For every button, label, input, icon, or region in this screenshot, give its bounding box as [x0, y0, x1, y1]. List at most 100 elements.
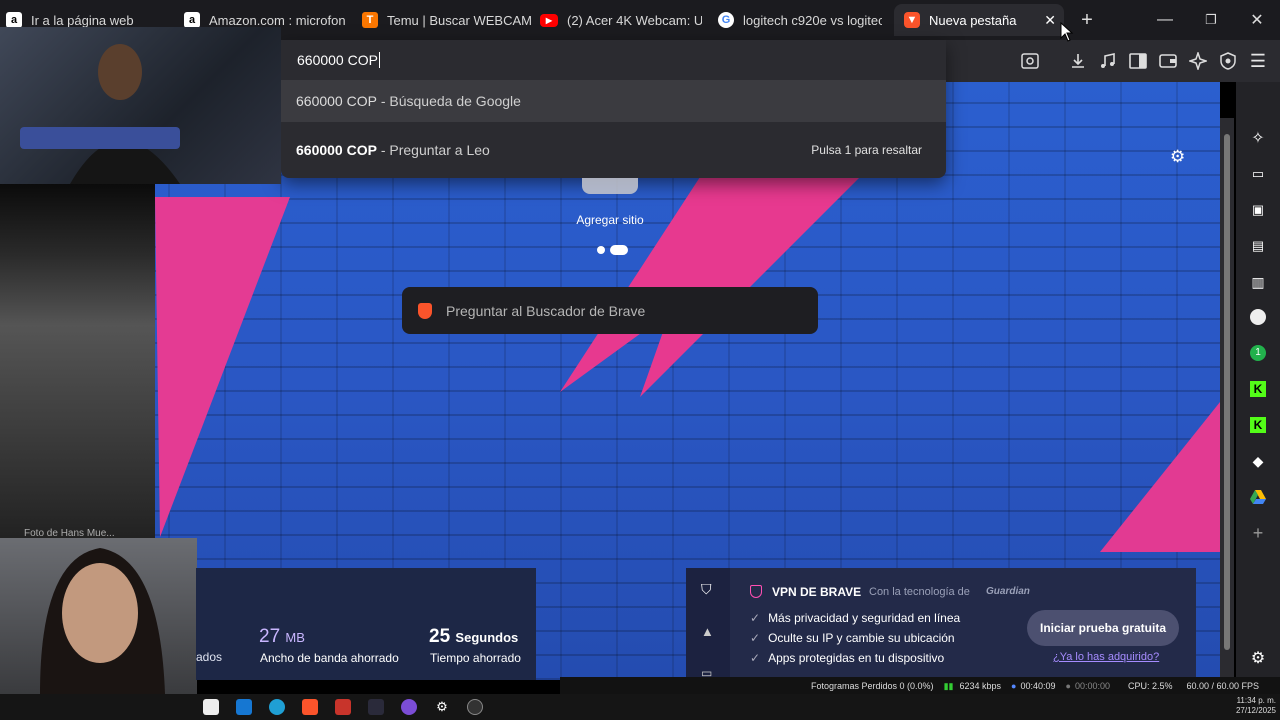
- obs-status-bar: Fotogramas Perdidos 0 (0.0%) ▮▮ 6234 kbp…: [560, 677, 1280, 695]
- scrollbar[interactable]: [1220, 118, 1234, 678]
- already-purchased-link[interactable]: ¿Ya lo has adquirido?: [1053, 651, 1159, 663]
- streaming-time: 00:00:00: [1074, 681, 1110, 691]
- guardian-logo: Guardian: [986, 586, 1030, 597]
- add-site-tile[interactable]: [582, 178, 638, 194]
- wallet-sidebar-icon[interactable]: ▣: [1248, 200, 1268, 220]
- bandwidth-label: Ancho de banda ahorrado: [260, 651, 399, 665]
- bandwidth-unit: MB: [285, 630, 305, 645]
- kick-sidebar-icon-2[interactable]: K: [1248, 415, 1268, 435]
- suggestion-google[interactable]: 660000 COP - Búsqueda de Google: [281, 80, 946, 122]
- calendar-app-icon[interactable]: [203, 699, 219, 715]
- suggestion-leo[interactable]: 660000 COP - Preguntar a Leo Pulsa 1 par…: [281, 129, 946, 171]
- vpn-shield-icon[interactable]: [1217, 50, 1239, 72]
- google-icon: G: [718, 12, 734, 28]
- obs-icon[interactable]: [467, 699, 483, 715]
- edge-icon[interactable]: [269, 699, 285, 715]
- add-sidebar-item-icon[interactable]: +: [1248, 523, 1268, 543]
- cpu-usage: CPU: 2.5%: [1127, 681, 1173, 691]
- search-placeholder: Preguntar al Buscador de Brave: [446, 302, 646, 319]
- bookmarks-sidebar-icon[interactable]: ▤: [1248, 236, 1268, 256]
- brave-search-box[interactable]: Preguntar al Buscador de Brave: [402, 287, 818, 334]
- person-face: [40, 548, 165, 694]
- kick-sidebar-icon[interactable]: K: [1248, 379, 1268, 399]
- tab-title: logitech c920e vs logitec: [743, 12, 882, 28]
- page-search-icon[interactable]: [1019, 50, 1041, 72]
- tab-title: Temu | Buscar WEBCAM: [387, 12, 532, 28]
- vpn-feature-1: ✓ Más privacidad y seguridad en línea: [750, 611, 960, 625]
- download-icon[interactable]: [1067, 50, 1089, 72]
- reading-list-sidebar-icon[interactable]: ▥: [1248, 272, 1268, 292]
- clock-date: 27/12/2025: [1235, 706, 1276, 715]
- suggestion-source: - Búsqueda de Google: [376, 93, 521, 109]
- system-clock[interactable]: 11:34 p. m. 27/12/2025: [1232, 696, 1276, 716]
- davinci-icon[interactable]: [368, 699, 384, 715]
- sidebar-settings-icon[interactable]: ⚙: [1248, 648, 1268, 668]
- news-nav-icon[interactable]: ▲: [701, 624, 714, 639]
- close-tab-icon[interactable]: ✕: [1044, 12, 1056, 29]
- leo-ai-icon[interactable]: [1187, 50, 1209, 72]
- page-dot-active[interactable]: [610, 245, 628, 255]
- time-value: 25: [429, 626, 451, 647]
- vpn-powered-by: Con la tecnología de: [869, 586, 970, 598]
- suggestion-hint: Pulsa 1 para resaltar: [811, 143, 922, 157]
- bitrate: 6234 kbps: [959, 681, 1002, 691]
- gemini-sidebar-icon[interactable]: ◆: [1248, 451, 1268, 471]
- vpn-feature-3: ✓ Apps protegidas en tu dispositivo: [750, 651, 944, 665]
- settings-taskbar-icon[interactable]: ⚙: [434, 699, 450, 715]
- menu-icon[interactable]: ☰: [1247, 50, 1269, 72]
- time-stat: 25 Segundos: [429, 626, 518, 648]
- check-icon: ✓: [750, 651, 761, 665]
- vpn-logo-icon: [750, 585, 762, 598]
- check-icon: ✓: [750, 611, 761, 625]
- youtube-icon: ▶: [540, 13, 558, 27]
- recording-time: 00:40:09: [1020, 681, 1056, 691]
- tab-3[interactable]: T Temu | Buscar WEBCAM: [362, 4, 532, 36]
- time-unit: Segundos: [455, 630, 519, 645]
- vpn-title: VPN DE BRAVE: [772, 585, 862, 599]
- bandwidth-stat: 27 MB: [259, 626, 305, 648]
- brave-taskbar-icon[interactable]: [302, 699, 318, 715]
- sidebar-toggle-icon[interactable]: [1127, 50, 1149, 72]
- check-icon: ✓: [750, 631, 761, 645]
- google-drive-sidebar-icon[interactable]: [1248, 487, 1268, 507]
- suggestion-source: - Preguntar a Leo: [376, 142, 490, 158]
- street-photo-area: [0, 184, 155, 538]
- add-site-label[interactable]: Agregar sitio: [560, 213, 660, 227]
- tab-title: Ir a la página web: [31, 12, 134, 28]
- taskbar: [0, 694, 1280, 720]
- tab-title: Nueva pestaña: [929, 12, 1017, 28]
- customize-gear-icon[interactable]: ⚙: [1170, 147, 1185, 167]
- amazon-icon: a: [6, 12, 22, 28]
- talk-sidebar-icon[interactable]: ▭: [1248, 164, 1268, 184]
- omnibox-dropdown: 660000 COP 660000 COP - Búsqueda de Goog…: [281, 40, 946, 178]
- scrollbar-thumb[interactable]: [1224, 134, 1230, 650]
- tab-6-active[interactable]: ▼ Nueva pestaña ✕: [894, 4, 1064, 36]
- restore-button[interactable]: ❐: [1188, 0, 1234, 40]
- tab-title: Amazon.com : microfono: [209, 12, 346, 28]
- page-dot[interactable]: [597, 246, 605, 254]
- address-input[interactable]: 660000 COP: [281, 40, 946, 80]
- amazon-icon: a: [184, 12, 200, 28]
- leo-sidebar-icon[interactable]: ✧: [1248, 128, 1268, 148]
- close-window-button[interactable]: ✕: [1234, 0, 1280, 40]
- temu-icon: T: [362, 12, 378, 28]
- brave-lion-icon: ▼: [904, 12, 920, 28]
- dropped-frames: Fotogramas Perdidos 0 (0.0%): [811, 681, 934, 691]
- fps-counter: 60.00 / 60.00 FPS: [1186, 681, 1260, 691]
- file-explorer-icon[interactable]: [236, 699, 252, 715]
- app-green-sidebar-icon[interactable]: 1: [1248, 343, 1268, 363]
- minimize-button[interactable]: —: [1142, 0, 1188, 40]
- address-input-text: 660000 COP: [297, 52, 378, 68]
- wallet-icon[interactable]: [1157, 50, 1179, 72]
- vpn-nav-icon[interactable]: ⛉: [701, 581, 712, 598]
- music-icon[interactable]: [1097, 50, 1119, 72]
- app-icon-purple[interactable]: [401, 699, 417, 715]
- app-icon-red[interactable]: [335, 699, 351, 715]
- tab-4[interactable]: ▶ (2) Acer 4K Webcam: Un: [540, 4, 702, 36]
- bandwidth-value: 27: [259, 626, 281, 647]
- clock-time: 11:34 p. m.: [1236, 696, 1276, 705]
- suggestion-query: 660000 COP: [296, 142, 377, 158]
- start-trial-button[interactable]: Iniciar prueba gratuita: [1027, 610, 1179, 646]
- tab-5[interactable]: G logitech c920e vs logitec: [718, 4, 882, 36]
- chatgpt-sidebar-icon[interactable]: [1248, 307, 1268, 327]
